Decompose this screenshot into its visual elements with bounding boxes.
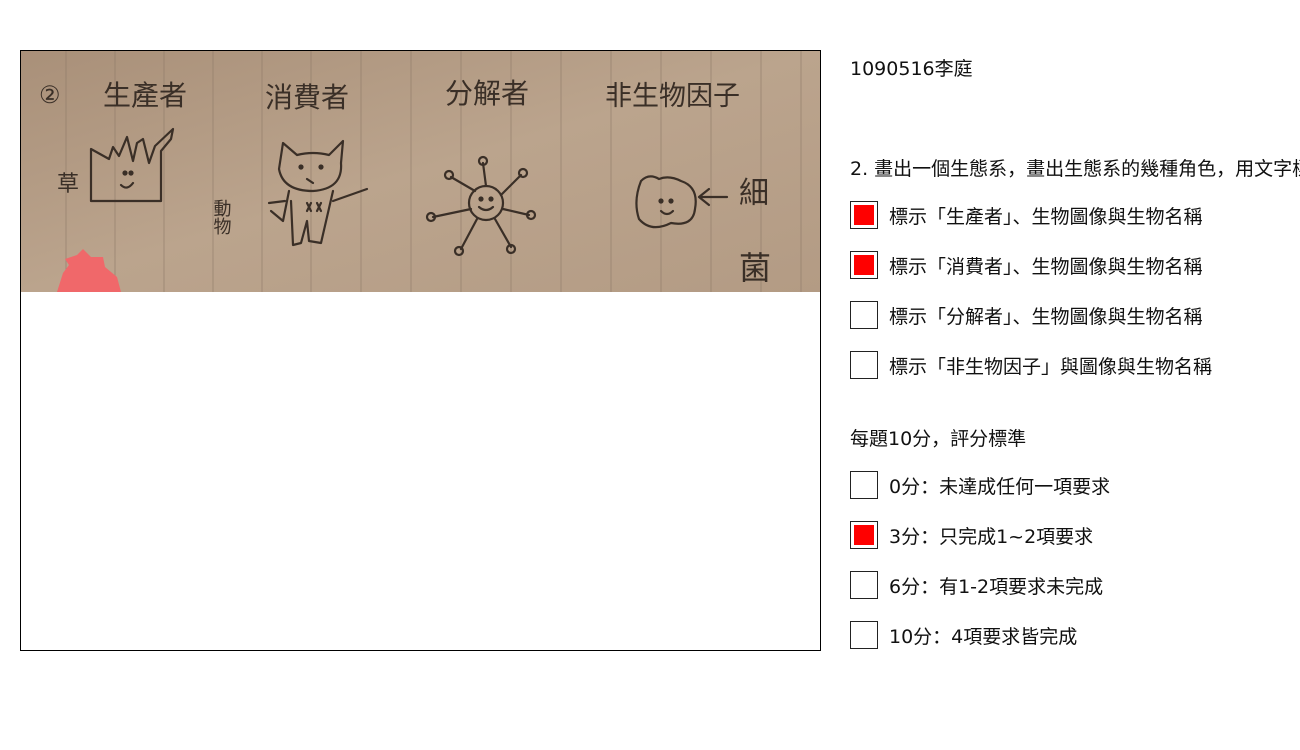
scoring-title: 每題10分，評分標準	[850, 428, 1027, 450]
student-drawing-photo: ② 生產者 消費者 分解者 非生物因子 草 動物 細 菌	[21, 51, 820, 292]
requirement-checkbox-abiotic[interactable]	[850, 351, 878, 379]
requirement-row-decomposer: 標示「分解者」、生物圖像與生物名稱	[850, 299, 1203, 331]
grading-panel: 1090516李庭 2. 畫出一個生態系，畫出生態系的幾種角色，用文字標示 標示…	[850, 0, 1300, 750]
score-checkbox-0[interactable]	[850, 471, 878, 499]
score-row-10: 10分：4項要求皆完成	[850, 619, 1077, 651]
score-checkbox-10[interactable]	[850, 621, 878, 649]
answer-image-frame: ② 生產者 消費者 分解者 非生物因子 草 動物 細 菌	[20, 50, 821, 651]
drawing-heading-producer: 生產者	[103, 79, 187, 112]
requirement-checkbox-consumer[interactable]	[850, 251, 878, 279]
score-label: 6分：有1-2項要求未完成	[889, 575, 1104, 598]
score-checkbox-3[interactable]	[850, 521, 878, 549]
drawing-label-grass: 草	[57, 172, 79, 197]
score-row-3: 3分：只完成1~2項要求	[850, 519, 1093, 551]
student-id-name: 1090516李庭	[850, 58, 973, 80]
drawing-heading-decomposer: 分解者	[445, 77, 529, 110]
score-checkbox-6[interactable]	[850, 571, 878, 599]
requirement-label: 標示「生產者」、生物圖像與生物名稱	[889, 205, 1203, 228]
question-text: 2. 畫出一個生態系，畫出生態系的幾種角色，用文字標示	[850, 158, 1300, 180]
score-row-0: 0分：未達成任何一項要求	[850, 469, 1110, 501]
score-label: 10分：4項要求皆完成	[889, 625, 1078, 648]
requirement-row-consumer: 標示「消費者」、生物圖像與生物名稱	[850, 249, 1203, 281]
requirement-row-producer: 標示「生產者」、生物圖像與生物名稱	[850, 199, 1203, 231]
score-row-6: 6分：有1-2項要求未完成	[850, 569, 1103, 601]
drawing-label-animal: 動物	[211, 199, 232, 235]
drawing-label-bacteria-1: 細	[739, 176, 769, 211]
requirement-label: 標示「非生物因子」與圖像與生物名稱	[889, 355, 1213, 378]
requirement-row-abiotic: 標示「非生物因子」與圖像與生物名稱	[850, 349, 1212, 381]
score-label: 3分：只完成1~2項要求	[889, 525, 1094, 548]
drawing-heading-abiotic: 非生物因子	[605, 81, 740, 112]
requirement-checkbox-producer[interactable]	[850, 201, 878, 229]
drawing-number-mark: ②	[39, 81, 61, 109]
drawing-heading-consumer: 消費者	[265, 81, 349, 114]
requirement-label: 標示「分解者」、生物圖像與生物名稱	[889, 305, 1203, 328]
requirement-checkbox-decomposer[interactable]	[850, 301, 878, 329]
score-label: 0分：未達成任何一項要求	[889, 475, 1111, 498]
drawing-label-bacteria-2: 菌	[739, 249, 771, 287]
requirement-label: 標示「消費者」、生物圖像與生物名稱	[889, 255, 1203, 278]
